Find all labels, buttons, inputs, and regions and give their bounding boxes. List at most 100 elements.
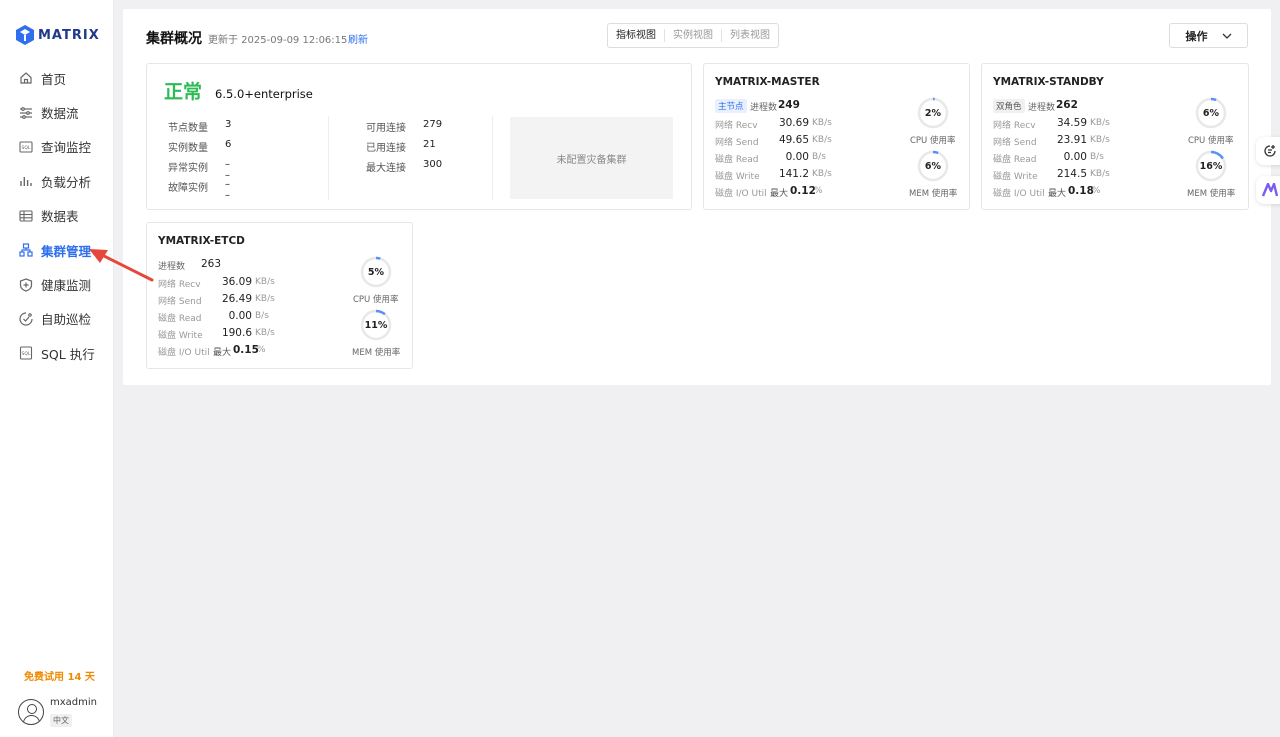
metric-unit: KB/s [255,277,275,287]
kv-label: 最大连接 [366,163,406,174]
sidebar-item-cluster[interactable]: 集群管理 [0,233,114,267]
cpu-gauge-label: CPU 使用率 [910,136,956,146]
cluster-version: 6.5.0+enterprise [215,87,313,101]
sidebar-item-label: 负载分析 [41,174,92,190]
metric-label: 网络 Send [158,297,202,307]
trial-notice[interactable]: 免费试用 14 天 [24,668,95,683]
brand-logo[interactable]: MATRIX [16,25,100,45]
available-connections: 可用连接 279 [366,119,442,134]
metric-unit: KB/s [812,169,832,179]
sidebar-item-home[interactable]: 首页 [0,61,114,95]
home-icon [18,71,33,86]
node-card-standby[interactable]: YMATRIX-STANDBY 双角色 进程数 262 网络 Recv 34.5… [981,63,1249,210]
user-info: mxadmin 中文 [50,697,97,727]
user-menu[interactable]: mxadmin 中文 [18,697,97,727]
sidebar-item-health[interactable]: 健康监测 [0,267,114,301]
metric-label: 网络 Send [715,138,759,148]
tab-instance-view[interactable]: 实例视图 [664,29,721,42]
metric-unit: KB/s [812,135,832,145]
cluster-icon [18,243,33,258]
disk-write-value: 141.2 [778,168,809,180]
metric-label: 网络 Send [993,138,1037,148]
kv-value: 21 [423,139,436,150]
metric-unit: KB/s [255,294,275,304]
node-card-etcd[interactable]: YMATRIX-ETCD 进程数 263 网络 Recv 36.09 KB/s … [146,222,413,369]
process-label: 进程数 [1028,103,1056,113]
view-switcher: 指标视图 实例视图 列表视图 [607,23,779,48]
instance-count: 实例数量 6 [168,139,231,154]
mem-gauge-value: 16% [1199,160,1223,172]
table-icon [18,208,33,223]
language-switch[interactable]: 中文 [50,714,72,727]
sidebar-item-label: 集群管理 [41,243,92,259]
metric-label: 磁盘 I/O Util [993,189,1045,199]
cpu-gauge-label: CPU 使用率 [353,295,399,305]
ai-assistant-icon [1262,183,1278,197]
sidebar-item-label: SQL 执行 [41,346,95,362]
disk-io-util-value: 0.18 [1068,185,1094,197]
sidebar-item-tables[interactable]: 数据表 [0,199,114,233]
bar-chart-icon [18,174,33,189]
cpu-gauge: 2% [917,97,949,129]
metric-label: 最大 [213,348,232,358]
kv-label: 故障实例 [168,183,208,194]
sql-monitor-icon: SQL [18,139,33,154]
sidebar-item-dataflow[interactable]: 数据流 [0,95,114,129]
feedback-icon [1264,145,1276,157]
tab-list-view[interactable]: 列表视图 [721,29,778,42]
metric-unit: % [257,345,266,355]
sidebar-item-inspection[interactable]: 自助巡检 [0,302,114,336]
cluster-status: 正常 [164,81,203,103]
process-label: 进程数 [158,262,186,272]
metric-unit: % [814,186,823,196]
disaster-recovery-placeholder[interactable]: 未配置灾备集群 [510,117,673,199]
abnormal-instances: 异常实例 – – [168,159,230,181]
page-title: 集群概况 [146,31,202,47]
metric-unit: KB/s [812,118,832,128]
metric-unit: KB/s [1090,169,1110,179]
shield-icon [18,277,33,292]
node-card-master[interactable]: YMATRIX-MASTER 主节点 进程数 249 网络 Recv 30.69… [703,63,970,210]
kv-label: 已用连接 [366,143,406,154]
metric-unit: % [1092,186,1101,196]
sidebar-item-label: 自助巡检 [41,312,92,328]
sidebar: MATRIX 首页 数据流 SQL 查询监控 负载分析 数据表 集群管理 健康监… [0,0,114,737]
ai-assistant-button[interactable] [1256,176,1280,204]
metric-unit: KB/s [1090,135,1110,145]
disk-read-value: 0.00 [1063,151,1087,163]
operations-dropdown[interactable]: 操作 [1169,23,1248,48]
metric-label: 最大 [1048,189,1067,199]
mem-gauge-label: MEM 使用率 [909,189,958,199]
disk-write-value: 214.5 [1056,168,1087,180]
sidebar-item-sql-exec[interactable]: SQL SQL 执行 [0,336,114,370]
cpu-gauge-label: CPU 使用率 [1188,136,1234,146]
tab-metrics-view[interactable]: 指标视图 [608,29,664,42]
cpu-gauge-value: 6% [1202,107,1220,119]
metric-label: 磁盘 Write [993,172,1038,182]
cpu-gauge-value: 5% [367,266,385,278]
mem-gauge: 11% [360,309,392,341]
sidebar-item-label: 首页 [41,71,67,87]
disk-write-value: 190.6 [221,327,252,339]
metric-label: 磁盘 Read [158,314,202,324]
refresh-link[interactable]: 刷新 [348,31,368,46]
mem-gauge-value: 11% [364,319,388,331]
divider [492,116,493,200]
metric-label: 网络 Recv [993,121,1036,131]
sidebar-item-load-analysis[interactable]: 负载分析 [0,164,114,198]
node-name: YMATRIX-STANDBY [993,76,1104,88]
mem-gauge-value: 6% [924,160,942,172]
node-name: YMATRIX-MASTER [715,76,820,88]
disk-io-util-value: 0.15 [233,344,259,356]
svg-text:SQL: SQL [21,351,30,357]
kv-value: 6 [225,139,232,150]
process-count: 249 [778,99,800,111]
failed-instances: 故障实例 – – [168,179,230,201]
feedback-button[interactable] [1256,137,1280,165]
disk-read-value: 0.00 [228,310,252,322]
metric-label: 磁盘 Read [993,155,1037,165]
metric-label: 磁盘 I/O Util [715,189,767,199]
sidebar-item-query-monitor[interactable]: SQL 查询监控 [0,130,114,164]
chevron-down-icon [1222,33,1231,39]
mem-gauge-label: MEM 使用率 [352,348,401,358]
